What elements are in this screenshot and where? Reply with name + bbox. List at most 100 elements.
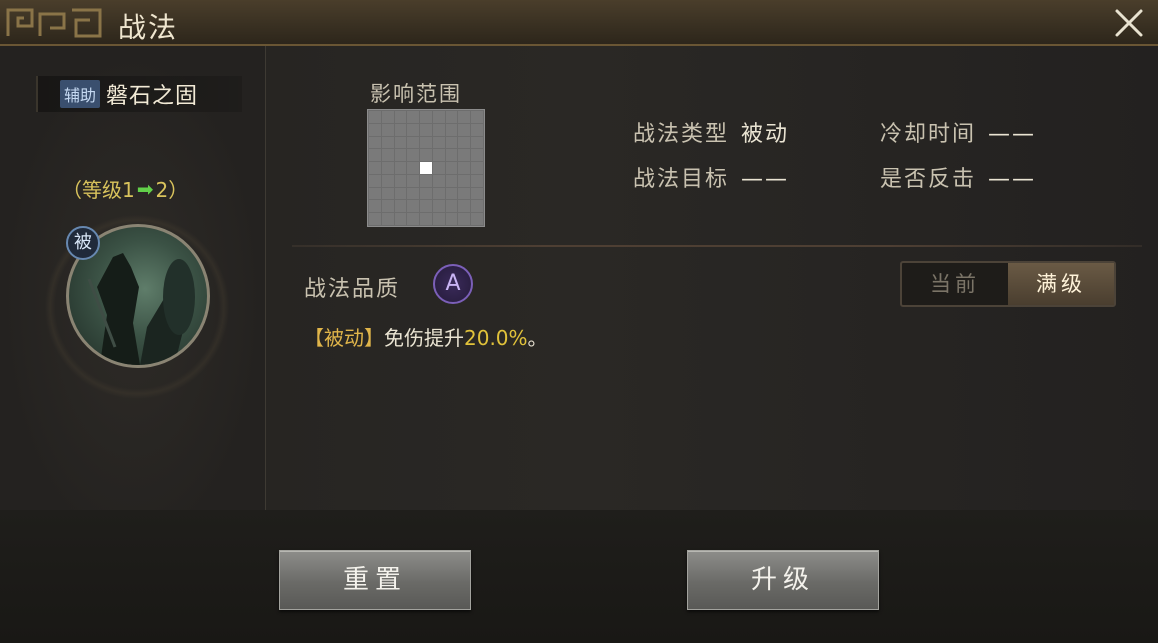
toggle-current[interactable]: 当前 bbox=[902, 263, 1008, 305]
effect-description: 【被动】免伤提升20.0%。 bbox=[304, 322, 548, 351]
range-cell bbox=[407, 174, 420, 187]
range-cell bbox=[445, 162, 458, 174]
passive-badge: 被 bbox=[66, 226, 100, 260]
range-cell bbox=[445, 136, 458, 149]
cooldown-label: 冷却时间 bbox=[880, 122, 977, 147]
range-cell bbox=[381, 213, 394, 225]
cooldown-value: —— bbox=[988, 122, 1037, 147]
range-cell bbox=[458, 174, 471, 187]
level-prefix: （等级1 bbox=[62, 178, 135, 202]
range-cell bbox=[420, 213, 432, 225]
range-cell bbox=[381, 149, 394, 162]
range-cell bbox=[394, 174, 407, 187]
range-cell bbox=[445, 187, 458, 200]
main-panel: 辅助 磐石之固 （等级1 ➡ 2） 被 影响范围 战法类型 被动 冷却时间 —— 战… bbox=[0, 46, 1158, 510]
range-cell bbox=[420, 187, 432, 200]
range-cell bbox=[394, 187, 407, 200]
range-cell bbox=[432, 200, 445, 213]
skill-target-label: 战法目标 bbox=[633, 167, 730, 192]
effect-tag: 【被动】 bbox=[304, 326, 384, 350]
range-cell bbox=[407, 111, 420, 123]
skill-type-label: 战法类型 bbox=[633, 122, 730, 147]
range-cell-target bbox=[420, 162, 432, 174]
range-cell bbox=[381, 200, 394, 213]
range-cell bbox=[369, 174, 381, 187]
range-cell bbox=[369, 187, 381, 200]
skill-type-value: 被动 bbox=[741, 122, 790, 147]
range-cell bbox=[420, 136, 432, 149]
range-cell bbox=[471, 187, 483, 200]
level-suffix: 2） bbox=[155, 178, 189, 202]
close-icon[interactable] bbox=[1112, 6, 1146, 40]
window-title: 战法 bbox=[118, 11, 179, 44]
range-cell bbox=[445, 123, 458, 136]
range-cell bbox=[394, 123, 407, 136]
range-cell bbox=[471, 174, 483, 187]
range-cell bbox=[407, 187, 420, 200]
range-cell bbox=[394, 111, 407, 123]
effect-end: 。 bbox=[527, 326, 548, 350]
range-cell bbox=[458, 200, 471, 213]
arrow-right-icon: ➡ bbox=[136, 176, 154, 201]
range-cell bbox=[432, 123, 445, 136]
range-cell bbox=[471, 123, 483, 136]
range-cell bbox=[445, 213, 458, 225]
range-label: 影响范围 bbox=[370, 82, 462, 106]
range-cell bbox=[420, 149, 432, 162]
range-cell bbox=[420, 200, 432, 213]
effect-value: 20.0% bbox=[464, 326, 528, 350]
counter-value: —— bbox=[988, 167, 1037, 192]
level-progress: （等级1 ➡ 2） bbox=[62, 174, 188, 203]
quality-label: 战法品质 bbox=[304, 277, 401, 302]
skill-name-box: 辅助 磐石之固 bbox=[36, 76, 242, 112]
range-cell bbox=[381, 123, 394, 136]
effect-text: 免伤提升 bbox=[384, 326, 464, 350]
range-cell bbox=[407, 123, 420, 136]
range-cell bbox=[458, 213, 471, 225]
range-cell bbox=[458, 123, 471, 136]
range-cell bbox=[471, 162, 483, 174]
range-cell bbox=[458, 111, 471, 123]
counter-label: 是否反击 bbox=[880, 167, 977, 192]
range-cell bbox=[381, 136, 394, 149]
range-cell bbox=[458, 162, 471, 174]
level-view-toggle: 当前 满级 bbox=[900, 261, 1116, 307]
range-cell bbox=[381, 162, 394, 174]
role-tag: 辅助 bbox=[60, 80, 101, 108]
range-cell bbox=[432, 187, 445, 200]
range-cell bbox=[407, 136, 420, 149]
upgrade-button[interactable]: 升级 bbox=[687, 550, 879, 610]
range-cell bbox=[369, 111, 381, 123]
range-cell bbox=[369, 149, 381, 162]
range-cell bbox=[458, 136, 471, 149]
range-cell bbox=[420, 174, 432, 187]
range-cell bbox=[471, 149, 483, 162]
range-cell bbox=[420, 123, 432, 136]
range-cell bbox=[471, 213, 483, 225]
range-cell bbox=[407, 200, 420, 213]
cooldown-row: 冷却时间 —— bbox=[880, 116, 1036, 148]
range-cell bbox=[369, 136, 381, 149]
range-cell bbox=[445, 149, 458, 162]
range-cell bbox=[394, 213, 407, 225]
range-cell bbox=[369, 200, 381, 213]
footer-bar: 重置 升级 bbox=[0, 510, 1158, 643]
range-grid bbox=[367, 109, 485, 227]
skill-summary-panel: 辅助 磐石之固 （等级1 ➡ 2） 被 bbox=[0, 46, 266, 510]
quality-grade-badge: A bbox=[433, 264, 473, 304]
title-bar: 战法 bbox=[0, 0, 1158, 46]
range-cell bbox=[381, 187, 394, 200]
reset-button[interactable]: 重置 bbox=[279, 550, 471, 610]
range-cell bbox=[471, 136, 483, 149]
range-cell bbox=[458, 149, 471, 162]
range-cell bbox=[432, 149, 445, 162]
toggle-max-level[interactable]: 满级 bbox=[1008, 263, 1114, 305]
range-cell bbox=[445, 174, 458, 187]
section-divider bbox=[292, 245, 1142, 247]
range-cell bbox=[369, 162, 381, 174]
range-cell bbox=[432, 213, 445, 225]
range-cell bbox=[420, 111, 432, 123]
counter-row: 是否反击 —— bbox=[880, 161, 1036, 193]
range-cell bbox=[381, 174, 394, 187]
range-cell bbox=[432, 136, 445, 149]
